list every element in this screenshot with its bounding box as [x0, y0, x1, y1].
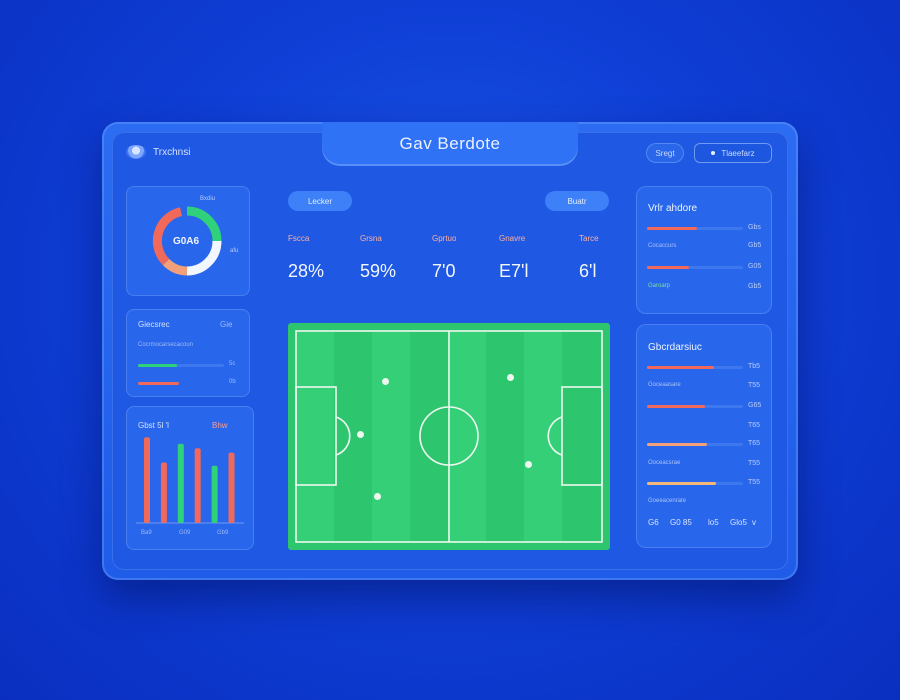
bar-6: [228, 452, 235, 523]
right-card-2-label-2: Goceaasare: [648, 382, 681, 388]
stat-value-1: 28%: [288, 261, 325, 281]
right-card-2-bar-3-fill: [647, 405, 705, 408]
left-penalty-arc: [335, 416, 351, 456]
right-card-1-bar-1: [647, 227, 743, 230]
right-card-1-num-2: Gb5: [748, 242, 762, 249]
donut-center-label: G0A6: [172, 236, 200, 247]
bar-5: [211, 465, 218, 523]
right-penalty-box: [561, 386, 603, 486]
right-card-1-title: Vrlr ahdore: [648, 203, 698, 214]
right-card-2-num-1: Tb5: [748, 363, 761, 370]
player-marker[interactable]: [525, 461, 532, 468]
right-card-1-bar-3: [647, 266, 743, 269]
right-card-2-num-7: T55: [748, 479, 761, 486]
bar-chart: [136, 437, 244, 524]
right-card-2-bar-5: [647, 443, 743, 446]
possession-bar-1-fill: [138, 364, 177, 367]
right-stats-card-2: [636, 324, 772, 548]
brand[interactable]: Trxchnsi: [126, 145, 190, 159]
right-card-1-label-2: Cocaccurs: [648, 243, 677, 249]
possession-bar-1: [138, 364, 224, 367]
right-card-2-num-3: G65: [748, 402, 762, 409]
right-card-2-title: Gbcrdarsiuc: [648, 342, 702, 353]
possession-bar-2: [138, 382, 224, 385]
header-button-small[interactable]: Sregt: [646, 143, 684, 163]
stat-label-3: Gprtuo: [432, 234, 457, 243]
right-card-2-num-6: T55: [748, 460, 761, 467]
dot-icon: [711, 151, 716, 155]
stat-value-4: E7'l: [499, 261, 529, 281]
player-marker[interactable]: [374, 493, 381, 500]
stat-value-2: 59%: [360, 261, 397, 281]
player-marker[interactable]: [357, 431, 364, 438]
right-card-1-num-3: G05: [748, 263, 762, 270]
stat-label-4: Gnavre: [499, 234, 526, 243]
possession-subtitle: Cocrmocarsecacoun: [138, 342, 194, 348]
right-card-2-bar-7-fill: [647, 482, 717, 485]
right-card-2-num-5: T65: [748, 440, 761, 447]
possession-bar-2-fill: [138, 382, 180, 385]
right-card-2-bar-1: [647, 366, 743, 369]
stat-label-2: Grsna: [360, 234, 382, 243]
right-card-1-footer-label: Garoarp: [648, 283, 671, 289]
right-card-2-bar-5-fill: [647, 443, 708, 446]
donut-tag-top: Bxdiu: [200, 196, 216, 202]
possession-title-right: Gie: [220, 320, 233, 329]
football-pitch[interactable]: [288, 323, 610, 550]
bar-3: [177, 443, 184, 523]
stat-value-5: 6'l: [579, 261, 597, 281]
right-card-2-footer-2: G0 85: [670, 518, 692, 527]
bar-axis-label-3: Gb9: [217, 530, 229, 536]
possession-bar-2-value: 0b: [229, 379, 236, 385]
possession-bar-1-value: 5c: [229, 361, 236, 367]
bar-2: [160, 462, 167, 523]
right-card-2-num-2: T55: [748, 382, 761, 389]
bar-axis-label-2: G09: [179, 530, 191, 536]
header-button-primary[interactable]: Tlaeefarz: [694, 143, 772, 163]
donut-tag-side: afu: [230, 248, 239, 254]
logo-icon: [126, 145, 146, 159]
right-card-1-num-1: Gbs: [748, 224, 761, 231]
right-card-2-bar-1-fill: [647, 366, 715, 369]
right-card-2-footer-1: G6: [648, 518, 659, 527]
right-card-1-footer-num: Gb5: [748, 283, 762, 290]
possession-title: Giecsrec: [138, 320, 170, 329]
right-card-2-label-8: Goeeacenrate: [648, 498, 687, 504]
bar-axis-label-1: Ba9: [141, 530, 152, 536]
right-card-1-bar-1-fill: [647, 227, 697, 230]
brand-name: Trxchnsi: [153, 146, 191, 158]
bar-1: [144, 437, 150, 523]
header-button-label: Tlaeefarz: [721, 148, 755, 158]
stat-label-1: Fscca: [288, 234, 310, 243]
right-card-2-footer-4: Glo5: [730, 518, 747, 527]
right-card-2-num-4: T65: [748, 422, 761, 429]
pitch-lines: [295, 330, 603, 543]
pill-button-right[interactable]: Buatr: [545, 191, 609, 211]
stat-label-5: Tarce: [579, 234, 599, 243]
pill-button-left[interactable]: Lecker: [288, 191, 352, 211]
right-card-2-label-6: Ooceacsrae: [648, 460, 681, 466]
right-card-2-footer-3: lo5: [708, 518, 719, 527]
right-card-2-footer-5: v: [752, 518, 756, 527]
player-marker[interactable]: [382, 378, 389, 385]
bar-4: [194, 448, 201, 523]
right-card-1-bar-3-fill: [647, 266, 690, 269]
right-card-2-bar-3: [647, 405, 743, 408]
donut-segment-orange: [162, 258, 188, 276]
page-title: Gav Berdote: [322, 122, 578, 166]
stat-value-3: 7'0: [432, 261, 456, 281]
right-card-2-bar-7: [647, 482, 743, 485]
player-marker[interactable]: [507, 374, 514, 381]
